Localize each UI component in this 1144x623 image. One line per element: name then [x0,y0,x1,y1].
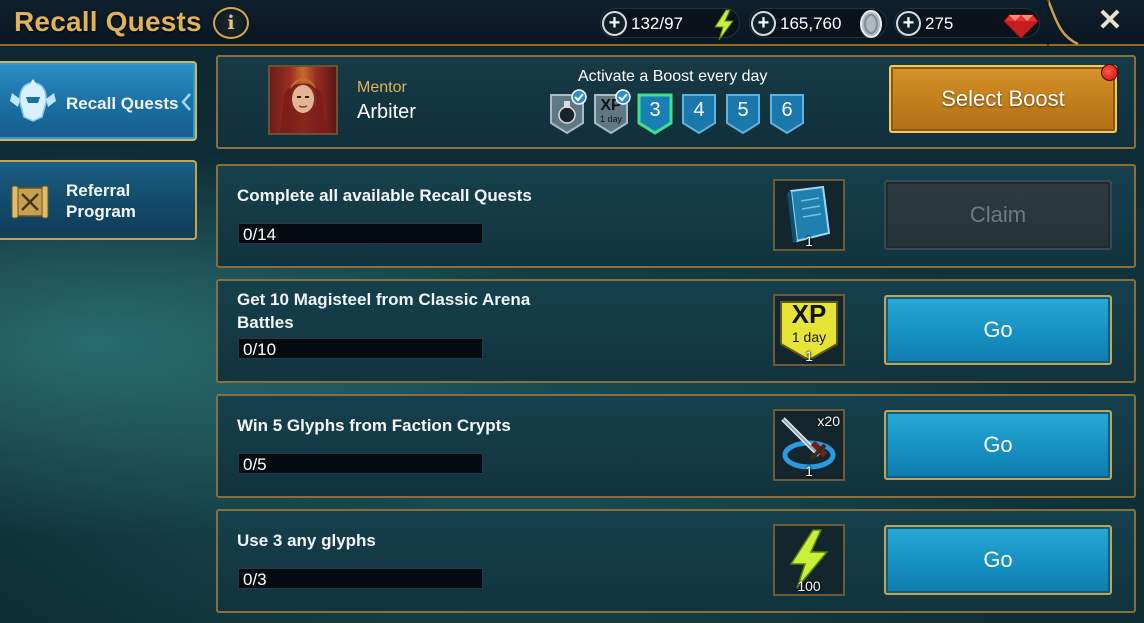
go-button[interactable]: Go [884,525,1112,595]
sidebar-item-recall-quests[interactable]: Recall Quests [0,61,197,141]
quest-reward[interactable]: 1 [773,179,845,251]
select-boost-button[interactable]: Select Boost [889,65,1117,133]
boost-day-3[interactable]: 3 [637,93,673,135]
boost-caption: Activate a Boost every day [578,68,768,85]
quest-reward[interactable]: 100 [773,524,845,596]
go-button[interactable]: Go [884,410,1112,480]
boost-day-6[interactable]: 6 [769,93,805,135]
quest-progress-text: 0/14 [243,225,277,244]
mentor-avatar [280,78,326,133]
chevron-left-icon [181,93,191,111]
reward-xp-sublabel: 1 day [791,329,827,345]
energy-value: 132/97 [631,14,683,33]
silver-coin-icon [860,10,882,38]
notification-dot [1101,64,1118,81]
quest-progress-bar: 0/5 [238,453,483,474]
boost-day-2[interactable]: XP 1 day [593,89,631,135]
reward-count: 1 [805,463,813,479]
boost-xp-sublabel: 1 day [599,114,623,124]
quest-progress-bar: 0/14 [238,223,483,244]
mentor-kicker: Mentor [357,79,407,96]
add-silver-button[interactable]: + [751,11,776,36]
quest-progress-text: 0/5 [243,455,267,474]
reward-count: 1 [805,233,813,249]
boost-day-number: 6 [781,99,793,121]
top-bar: Recall Quests i + 132/97 + 165,760 + 275… [0,0,1144,46]
quest-progress-text: 0/10 [243,340,277,359]
reward-multiplier: x20 [817,413,840,429]
add-energy-button[interactable]: + [602,11,627,36]
quest-title: Use 3 any glyphs [237,531,376,550]
silver-value: 165,760 [780,14,842,33]
gems-resource: + 275 [894,8,1040,39]
helmet-emblem-icon [10,79,56,122]
reward-count: 1 [805,348,813,364]
ruby-icon [1003,14,1039,39]
quest-title: Win 5 Glyphs from Faction Crypts [237,416,511,435]
quest-progress-text: 0/3 [243,570,267,589]
boost-day-number: 4 [693,99,705,121]
go-button[interactable]: Go [884,295,1112,365]
check-badge-icon [571,89,587,105]
sidebar-item-label: Referral Program [66,181,136,221]
boost-day-4[interactable]: 4 [681,93,717,135]
add-gems-button[interactable]: + [896,11,921,36]
quest-reward[interactable]: x20 1 [773,409,845,481]
energy-resource: + 132/97 [600,8,740,41]
claim-button[interactable]: Claim [884,180,1112,250]
gems-value: 275 [925,14,954,33]
boost-day-5[interactable]: 5 [725,93,761,135]
boost-day-number: 3 [649,99,661,121]
sidebar-item-referral-program[interactable]: Referral Program [0,160,197,240]
quest-reward[interactable]: XP 1 day 1 [773,294,845,366]
mentor-portrait[interactable] [268,65,338,135]
quest-row: Complete all available Recall Quests 0/1… [216,164,1136,268]
scroll-banner-icon [11,185,49,219]
lightning-icon [714,9,734,41]
quest-row: Use 3 any glyphs 0/3 100 Go [216,509,1136,613]
mentor-panel: Mentor Arbiter Activate a Boost every da… [216,55,1136,149]
mentor-name: Arbiter [357,101,416,123]
sidebar-item-label: Recall Quests [66,94,179,113]
reward-xp-label: XP [791,299,827,329]
quest-title: Complete all available Recall Quests [237,186,532,205]
quest-row: Win 5 Glyphs from Faction Crypts 0/5 x20… [216,394,1136,498]
silver-resource: + 165,760 [749,8,887,38]
quest-progress-bar: 0/10 [238,338,483,359]
quest-progress-bar: 0/3 [238,568,483,589]
reward-count: 100 [797,578,821,594]
close-button[interactable]: ✕ [1093,4,1127,38]
quest-title: Get 10 Magisteel from Classic Arena Batt… [237,290,531,332]
check-badge-icon [615,89,631,105]
quest-row: Get 10 Magisteel from Classic Arena Batt… [216,279,1136,383]
boost-day-number: 5 [737,99,749,121]
page-title: Recall Quests [14,6,202,37]
boost-day-1[interactable] [549,89,587,135]
info-icon[interactable]: i [213,7,249,39]
